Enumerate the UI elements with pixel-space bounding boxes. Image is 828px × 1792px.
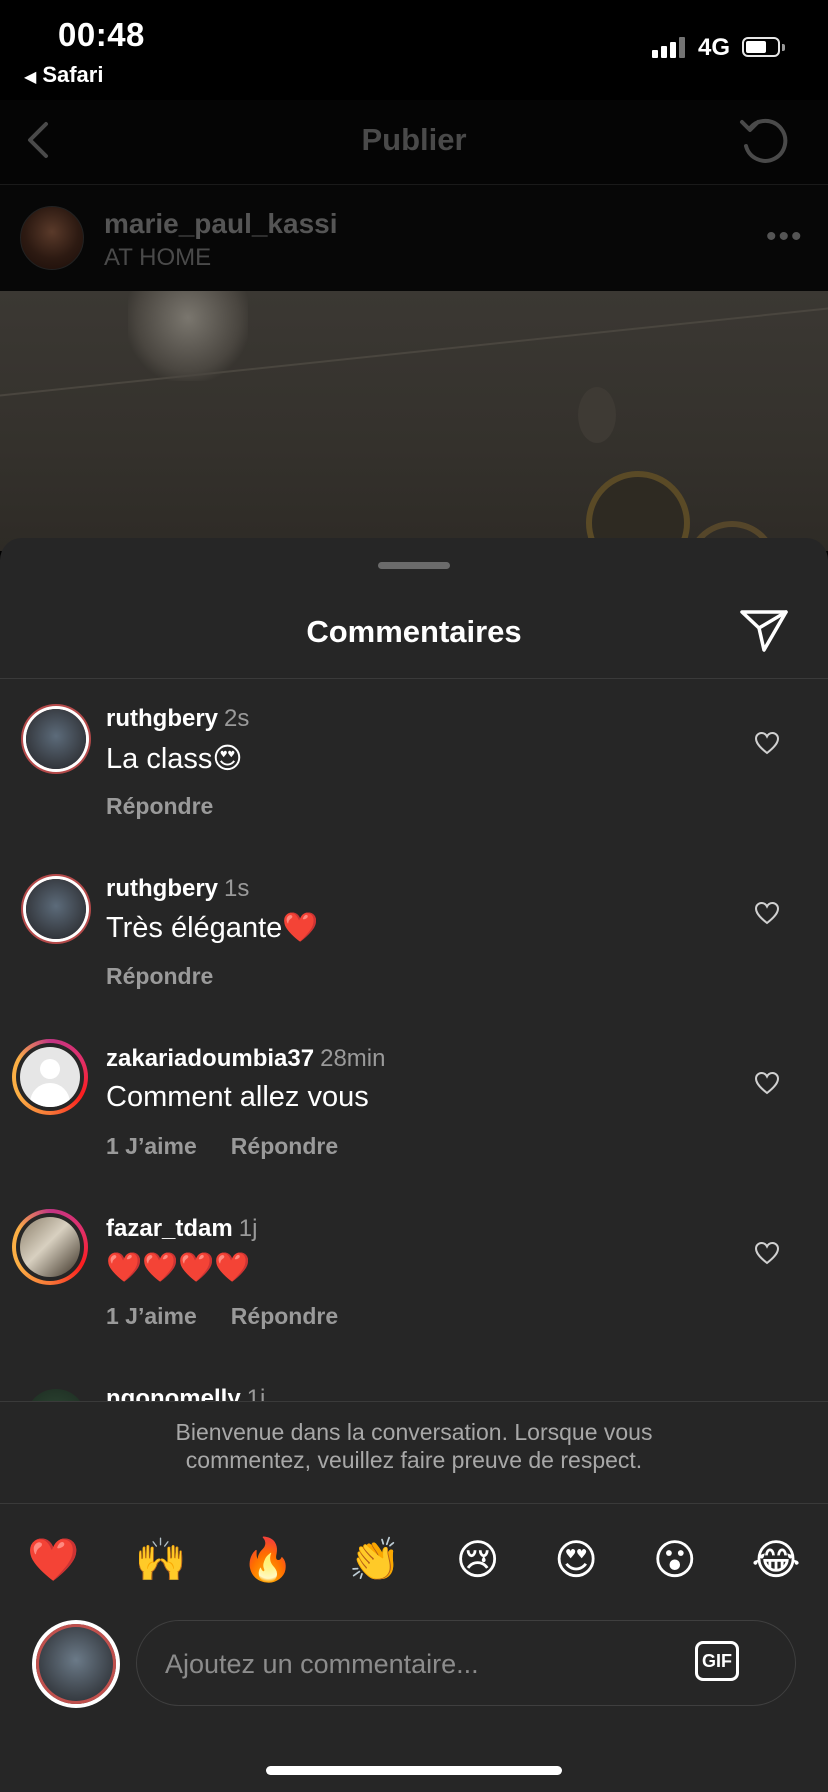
page-title: Publier xyxy=(361,122,467,157)
emoji-heart-button[interactable]: ❤️ xyxy=(27,1539,79,1581)
post-location[interactable]: AT HOME xyxy=(104,244,211,272)
post-photo xyxy=(0,291,828,551)
comment-item: zakariadoumbia37 28min Comment allez vous… xyxy=(0,1019,828,1189)
comment-item: fazar_tdam 1j ❤️❤️❤️❤️ 1 J’aime Répondre xyxy=(0,1189,828,1359)
default-avatar-icon xyxy=(20,1047,80,1107)
emoji-heart-eyes-button[interactable]: 😍 xyxy=(554,1539,598,1581)
comment-username[interactable]: ruthgbery xyxy=(106,875,218,902)
comment-username[interactable]: ruthgbery xyxy=(106,705,218,732)
comment-input[interactable] xyxy=(163,1621,707,1707)
emoji-laughing-button[interactable]: 😂 xyxy=(751,1539,800,1581)
emoji-raised-hands-button[interactable]: 🙌 xyxy=(134,1539,186,1581)
comment-actions: 1 J’aime Répondre xyxy=(106,1133,338,1160)
story-ring[interactable] xyxy=(12,1039,88,1115)
comment-time: 1j xyxy=(246,1385,266,1401)
back-app-label: Safari xyxy=(42,62,104,87)
emoji-clap-button[interactable]: 👏 xyxy=(349,1539,401,1581)
signal-icon xyxy=(652,36,688,58)
emoji-surprised-button[interactable]: 😮 xyxy=(653,1539,697,1581)
comment-header: ruthgbery 2s xyxy=(106,705,249,733)
refresh-icon[interactable] xyxy=(736,114,792,166)
comment-composer: GIF xyxy=(136,1620,796,1707)
commenter-avatar[interactable] xyxy=(26,1389,86,1401)
post-author-username[interactable]: marie_paul_kassi xyxy=(104,208,338,240)
comment-username[interactable]: fazar_tdam xyxy=(106,1215,233,1242)
comment-text: Très élégante❤️ xyxy=(106,912,319,944)
comment-header: zakariadoumbia37 28min xyxy=(106,1045,385,1073)
comment-item: ruthgbery 1s Très élégante❤️ Répondre xyxy=(0,849,828,1019)
sheet-title: Commentaires xyxy=(306,614,522,649)
comment-header: ngonomelly 1j xyxy=(106,1385,265,1401)
reply-button[interactable]: Répondre xyxy=(231,1303,338,1329)
community-guidelines-text: Bienvenue dans la conversation. Lorsque … xyxy=(175,1419,653,1473)
battery-icon xyxy=(742,37,786,59)
comment-header: fazar_tdam 1j xyxy=(106,1215,257,1243)
home-indicator[interactable] xyxy=(266,1766,562,1775)
heart-icon[interactable] xyxy=(754,731,780,755)
comment-actions: 1 J’aime Répondre xyxy=(106,1303,338,1330)
comment-username[interactable]: ngonomelly xyxy=(106,1385,241,1401)
gif-button[interactable]: GIF xyxy=(695,1641,739,1681)
comments-list[interactable]: ruthgbery 2s La class😍 Répondre ruthgbery… xyxy=(0,679,828,1401)
story-ring[interactable] xyxy=(12,1209,88,1285)
heart-icon[interactable] xyxy=(754,1071,780,1095)
comment-item: ruthgbery 2s La class😍 Répondre xyxy=(0,679,828,849)
comment-header: ruthgbery 1s xyxy=(106,875,249,903)
divider xyxy=(0,1401,828,1402)
commenter-avatar[interactable] xyxy=(26,709,86,769)
comment-text: La class😍 xyxy=(106,743,243,775)
comment-actions: Répondre xyxy=(106,793,213,820)
more-options-icon[interactable]: ••• xyxy=(766,220,804,254)
comment-actions: Répondre xyxy=(106,963,213,990)
comment-text: ❤️❤️❤️❤️ xyxy=(106,1252,251,1284)
likes-count[interactable]: 1 J’aime xyxy=(106,1133,197,1159)
network-type: 4G xyxy=(698,34,731,61)
commenter-avatar[interactable] xyxy=(26,879,86,939)
comment-text: Comment allez vous xyxy=(106,1081,369,1113)
back-triangle-icon: ◀ xyxy=(24,69,37,86)
comment-time: 28min xyxy=(320,1045,386,1072)
reply-button[interactable]: Répondre xyxy=(106,793,213,819)
reply-button[interactable]: Répondre xyxy=(106,963,213,989)
divider xyxy=(0,1503,828,1504)
back-to-app-link[interactable]: ◀ Safari xyxy=(24,62,103,88)
status-time: 00:48 xyxy=(58,16,145,53)
heart-icon[interactable] xyxy=(754,1241,780,1265)
comment-username[interactable]: zakariadoumbia37 xyxy=(106,1045,314,1072)
comment-time: 1j xyxy=(238,1215,258,1242)
commenter-avatar xyxy=(20,1217,80,1277)
heart-icon[interactable] xyxy=(754,901,780,925)
comment-time: 1s xyxy=(224,875,250,902)
comment-time: 2s xyxy=(224,705,250,732)
likes-count[interactable]: 1 J’aime xyxy=(106,1303,197,1329)
my-avatar xyxy=(32,1620,120,1708)
sheet-grabber[interactable] xyxy=(378,562,450,569)
emoji-fire-button[interactable]: 🔥 xyxy=(242,1539,294,1581)
send-icon[interactable] xyxy=(738,606,790,654)
reply-button[interactable]: Répondre xyxy=(231,1133,338,1159)
emoji-crying-button[interactable]: 😢 xyxy=(456,1539,500,1581)
comment-item: ngonomelly 1j xyxy=(0,1359,828,1401)
quick-emoji-bar: ❤️ 🙌 🔥 👏 😢 😍 😮 😂 xyxy=(0,1532,828,1588)
post-author-avatar[interactable] xyxy=(20,206,84,270)
